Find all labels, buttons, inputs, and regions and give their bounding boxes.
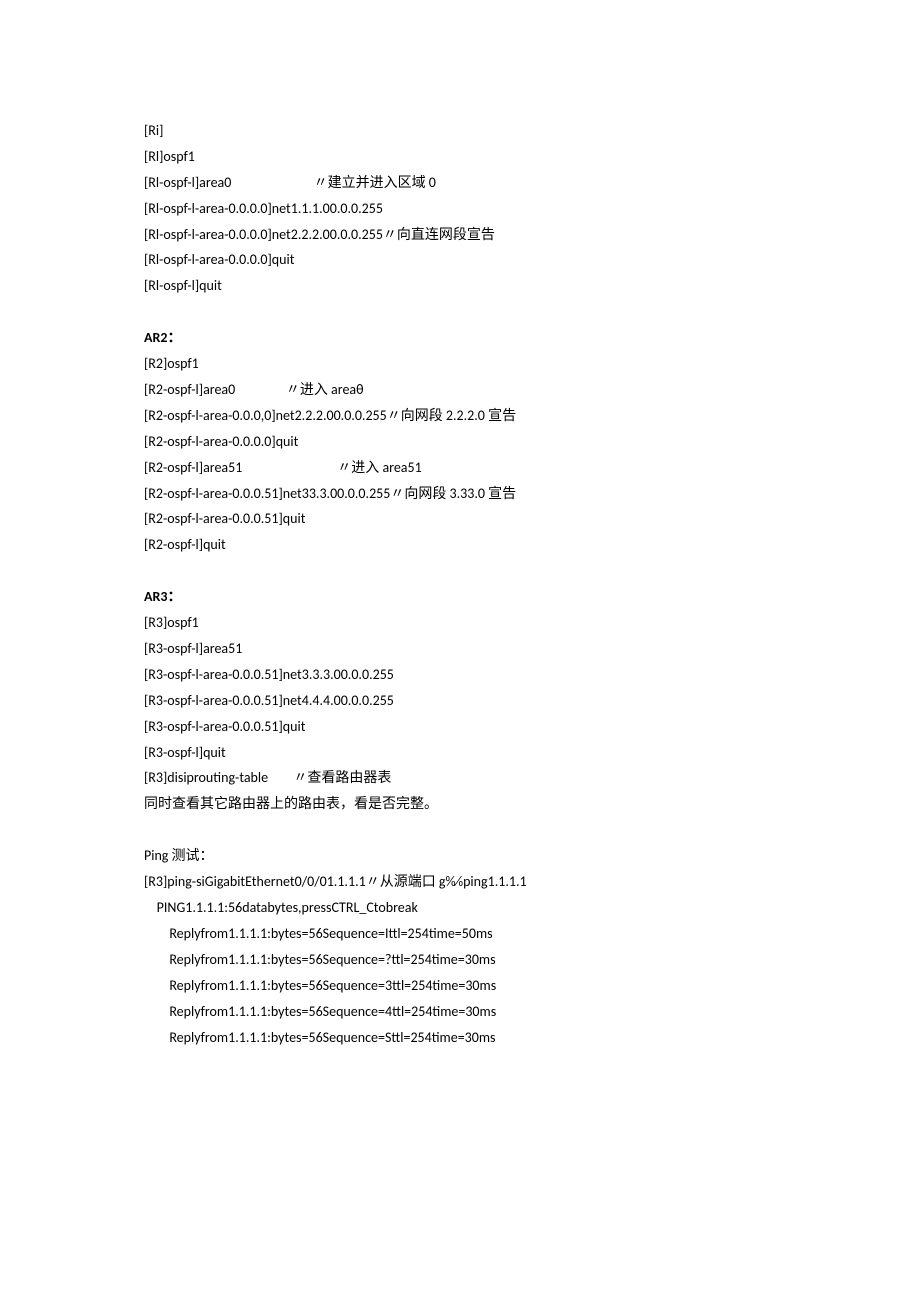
code-line: [R2-ospf-l]area0 〃进入 areaθ: [144, 377, 785, 403]
code-line: PING1.1.1.1:56databytes,pressCTRL_Ctobre…: [144, 895, 785, 921]
code-line: Replyfrom1.1.1.1:bytes=56Sequence=3ttl=2…: [144, 973, 785, 999]
code-line: [R2-ospf-l-area-0.0.0.0]quit: [144, 429, 785, 455]
code-line: [R3-ospf-l-area-0.0.0.51]net4.4.4.00.0.0…: [144, 688, 785, 714]
code-line: [Rl]ospf1: [144, 144, 785, 170]
document-page: [Ri][Rl]ospf1[Rl-ospf-l]area0 〃建立并进入区域 0…: [0, 0, 920, 1301]
code-line: Replyfrom1.1.1.1:bytes=56Sequence=Ittl=2…: [144, 921, 785, 947]
code-line: [R3]disiprouting-table 〃查看路由器表: [144, 765, 785, 791]
section-heading: AR3：: [144, 584, 785, 610]
code-line: 同时查看其它路由器上的路由表，看是否完整。: [144, 791, 785, 817]
code-line: [R2-ospf-l]quit: [144, 532, 785, 558]
code-line: Ping 测试：: [144, 843, 785, 869]
code-line: [R3-ospf-l]quit: [144, 740, 785, 766]
blank-line: [144, 299, 785, 325]
code-line: [Rl-ospf-l]quit: [144, 273, 785, 299]
code-line: [R3]ospf1: [144, 610, 785, 636]
code-line: [R2-ospf-l]area51 〃进入 area51: [144, 455, 785, 481]
code-line: [Rl-ospf-l-area-0.0.0.0]net1.1.1.00.0.0.…: [144, 196, 785, 222]
code-line: [Rl-ospf-l-area-0.0.0.0]quit: [144, 247, 785, 273]
code-line: [R3]ping-siGigabitEthernet0/0/01.1.1.1〃从…: [144, 869, 785, 895]
code-line: Replyfrom1.1.1.1:bytes=56Sequence=4ttl=2…: [144, 999, 785, 1025]
code-line: [R3-ospf-l]area51: [144, 636, 785, 662]
code-line: [R2-ospf-l-area-0.0.0.51]quit: [144, 506, 785, 532]
blank-line: [144, 817, 785, 843]
code-line: [Rl-ospf-l]area0 〃建立并进入区域 0: [144, 170, 785, 196]
code-line: [R2-ospf-l-area-0.0.0,0]net2.2.2.00.0.0.…: [144, 403, 785, 429]
code-line: Replyfrom1.1.1.1:bytes=56Sequence=?ttl=2…: [144, 947, 785, 973]
code-line: [Ri]: [144, 118, 785, 144]
content-block: [Ri][Rl]ospf1[Rl-ospf-l]area0 〃建立并进入区域 0…: [144, 118, 785, 1050]
code-line: Replyfrom1.1.1.1:bytes=56Sequence=Sttl=2…: [144, 1025, 785, 1051]
code-line: [R2-ospf-l-area-0.0.0.51]net33.3.00.0.0.…: [144, 481, 785, 507]
code-line: [Rl-ospf-l-area-0.0.0.0]net2.2.2.00.0.0.…: [144, 222, 785, 248]
code-line: [R2]ospf1: [144, 351, 785, 377]
code-line: [R3-ospf-l-area-0.0.0.51]quit: [144, 714, 785, 740]
code-line: [R3-ospf-l-area-0.0.0.51]net3.3.3.00.0.0…: [144, 662, 785, 688]
section-heading: AR2：: [144, 325, 785, 351]
blank-line: [144, 558, 785, 584]
